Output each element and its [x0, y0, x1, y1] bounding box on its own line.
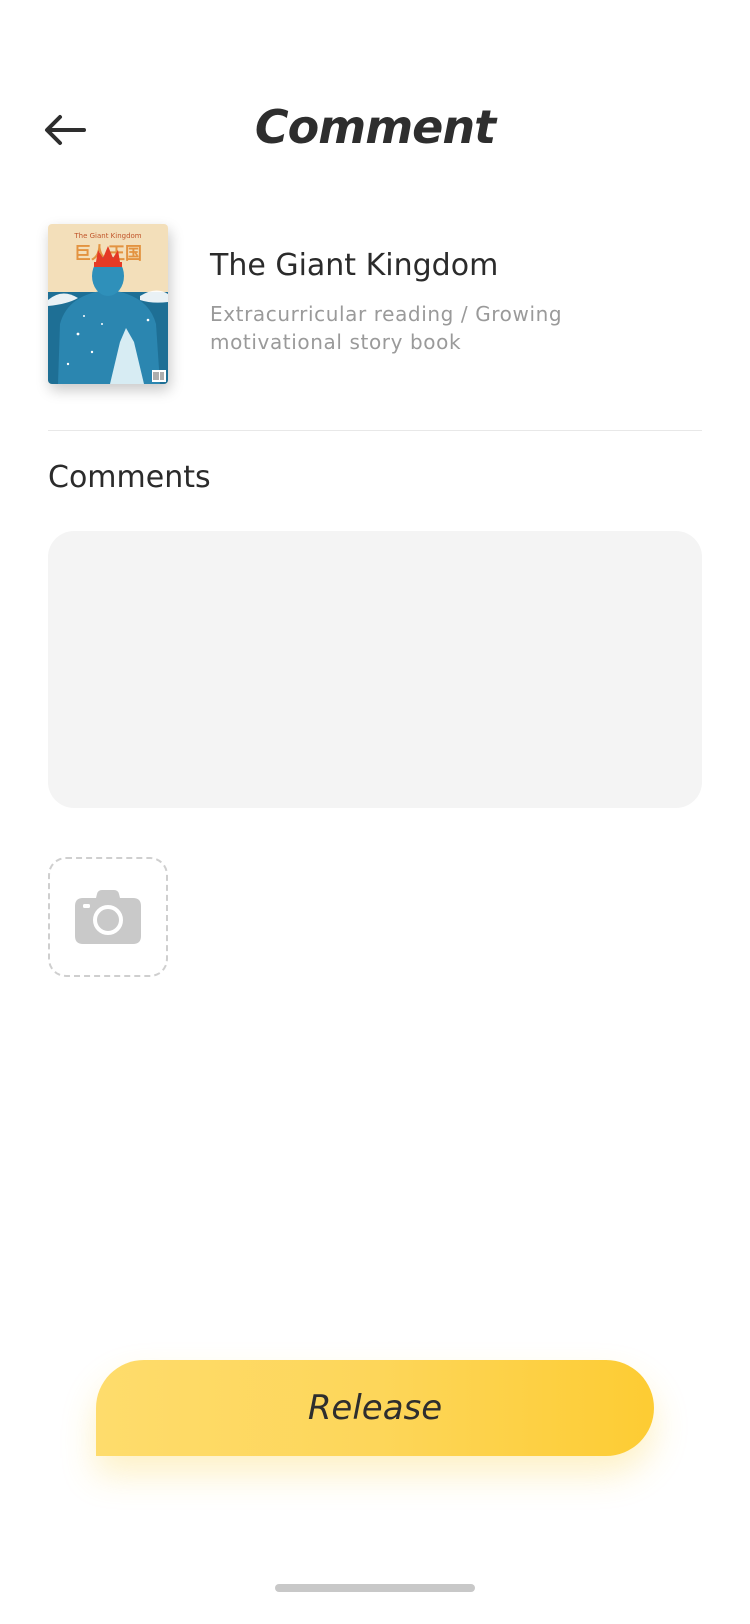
comments-label: Comments [48, 460, 211, 495]
book-cover-image: The Giant Kingdom 巨人王国 [48, 224, 168, 384]
page-title: Comment [254, 100, 496, 154]
book-title: The Giant Kingdom [210, 248, 499, 283]
book-description: Extracurricular reading / Growing motiva… [210, 302, 563, 354]
add-photo-button[interactable] [48, 857, 168, 977]
release-button-label: Release [307, 1388, 443, 1428]
camera-icon [75, 890, 141, 944]
comment-input[interactable] [48, 531, 702, 808]
header: Comment [0, 90, 750, 170]
home-indicator [275, 1584, 475, 1592]
divider [48, 430, 702, 431]
book-card: The Giant Kingdom 巨人王国 The Giant Kingdom… [48, 224, 702, 384]
release-button[interactable]: Release [96, 1360, 654, 1456]
cover-top-text: The Giant Kingdom [73, 232, 141, 240]
